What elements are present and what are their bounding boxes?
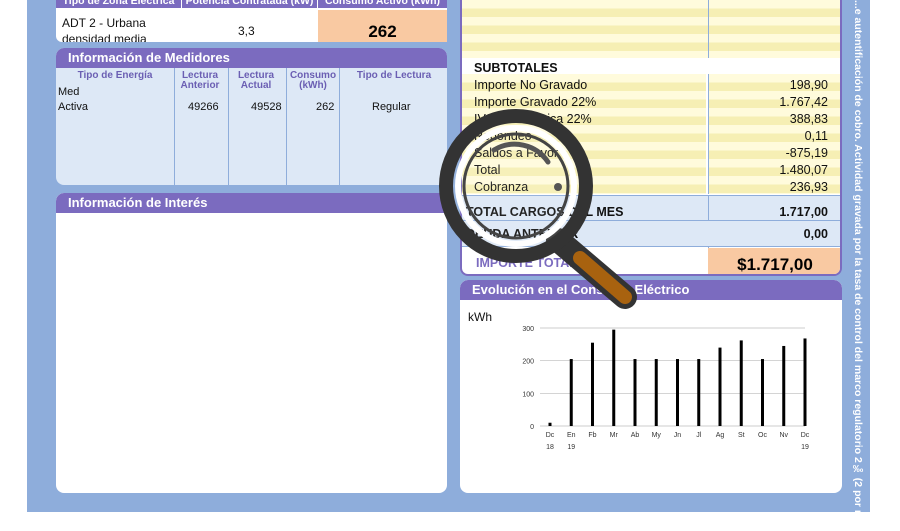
subtotal-value-4: -875,19 <box>785 146 828 160</box>
zona-consumo-table: Tipo de Zona Eléctrica Potencia Contrata… <box>56 0 447 42</box>
bar <box>697 359 701 426</box>
divider <box>339 68 340 185</box>
y-tick-label: 100 <box>522 391 534 398</box>
subtotal-label-1: Importe Gravado 22% <box>474 95 597 109</box>
col-lectura-actual: Lectura Actual <box>237 70 275 91</box>
interes-panel: Información de Interés <box>56 193 447 493</box>
subtotal-value-5: 1.480,07 <box>779 163 828 177</box>
bar <box>718 347 722 426</box>
y-tick-label: 300 <box>522 326 534 333</box>
y-tick-label: 200 <box>522 359 534 366</box>
subtotal-label-0: Importe No Gravado <box>474 78 588 92</box>
row-label-1: Med <box>58 86 80 98</box>
bar <box>654 359 658 426</box>
importe-total-value: $1.717,00 <box>708 248 840 274</box>
x-tick-label: Dc <box>801 432 810 439</box>
x-year-label: 19 <box>567 444 575 451</box>
x-tick-label: Ab <box>631 432 640 439</box>
x-tick-label: En <box>567 432 576 439</box>
bar <box>803 338 807 426</box>
x-tick-label: My <box>652 432 662 439</box>
total-cargos-value: 1.717,00 <box>779 205 828 219</box>
deuda-value: 0,00 <box>803 227 828 241</box>
col-tipo-energia: Tipo de Energía <box>77 70 153 81</box>
evolucion-panel: Evolución en el Consumo Eléctrico kWh 01… <box>460 280 842 493</box>
x-tick-label: Jl <box>696 432 702 439</box>
divider <box>174 68 175 185</box>
y-tick-label: 0 <box>530 424 534 431</box>
bar <box>739 340 743 426</box>
subtotal-label-4: Saldos a Favor <box>474 146 559 160</box>
subtotal-value-3: 0,11 <box>804 129 828 143</box>
col-tipo-lectura: Tipo de Lectura <box>356 70 432 81</box>
divider <box>286 68 287 185</box>
consumption-bar-chart: 0 100 200 300 Dc 18 En 19 Fb Mr Ab My Jn Jl Ag St Oc Nv Dc… <box>522 326 810 451</box>
evolucion-title: Evolución en el Consumo Eléctrico <box>460 280 842 300</box>
importe-total-label: IMPORTE TOTAL <box>476 256 577 270</box>
subtotales-panel: SUBTOTALES Importe No Gravado 198,90 Imp… <box>460 0 842 276</box>
divider <box>228 68 229 185</box>
col-lectura-anterior: Lectura Anterior <box>180 70 220 91</box>
deuda-label: DEUDA ANTERIOR <box>466 227 579 241</box>
subtotal-value-6: 236,93 <box>789 180 828 194</box>
header-consumo: Consumo Activo (kWh) <box>318 0 447 8</box>
col-consumo: Consumo (kWh) <box>289 70 337 91</box>
header-zona: Tipo de Zona Eléctrica <box>56 0 181 8</box>
x-tick-label: Mr <box>610 432 619 439</box>
side-legal-text: ...e autentificación de cobro. Actividad… <box>852 0 864 531</box>
subtotal-label-5: Total <box>474 163 501 177</box>
bar <box>633 359 637 426</box>
row-label-2: Activa <box>58 101 88 113</box>
medidores-panel: Información de Medidores Tipo de Energía… <box>56 48 447 185</box>
bar <box>569 359 573 426</box>
total-cargos-label: TOTAL CARGOS DEL MES <box>466 205 624 219</box>
consumo-value: 262 <box>316 101 335 113</box>
bar <box>548 422 552 426</box>
potencia-value: 3,3 <box>238 24 255 38</box>
x-tick-label: Oc <box>758 432 767 439</box>
subtotal-value-0: 198,90 <box>789 78 828 92</box>
x-tick-label: Ag <box>716 432 725 439</box>
page: ...e autentificación de cobro. Actividad… <box>0 0 900 531</box>
x-tick-label: Nv <box>779 432 788 439</box>
x-tick-label: Fb <box>588 432 596 439</box>
bar <box>782 345 786 426</box>
subtotal-value-1: 1.767,42 <box>779 95 828 109</box>
interes-title: Información de Interés <box>56 193 447 213</box>
x-tick-label: Dc <box>546 432 555 439</box>
zona-line-2: densidad media <box>62 32 147 42</box>
subtotal-label-6: Cobranza <box>474 180 529 194</box>
bar <box>761 359 764 426</box>
subtotal-label-2: IVA Tasa Básica 22% <box>474 112 592 126</box>
header-potencia: Potencia Contratada (kW) <box>182 0 317 8</box>
x-tick-label: St <box>738 432 745 439</box>
x-year-label: 18 <box>546 444 554 451</box>
bar <box>591 342 594 426</box>
subtotal-label-3: Redondeo <box>474 129 532 143</box>
medidores-title: Información de Medidores <box>56 48 447 68</box>
lectura-anterior-value: 49266 <box>188 101 219 113</box>
tipo-lectura-value: Regular <box>372 101 411 113</box>
consumo-value: 262 <box>318 10 447 42</box>
zona-line-1: ADT 2 - Urbana <box>62 16 146 30</box>
subtotales-title: SUBTOTALES <box>474 61 558 75</box>
bar <box>676 359 679 426</box>
bar <box>612 329 616 426</box>
lectura-actual-value: 49528 <box>251 101 282 113</box>
subtotal-value-2: 388,83 <box>789 112 828 126</box>
x-year-label: 19 <box>801 444 809 451</box>
x-tick-label: Jn <box>674 432 682 439</box>
